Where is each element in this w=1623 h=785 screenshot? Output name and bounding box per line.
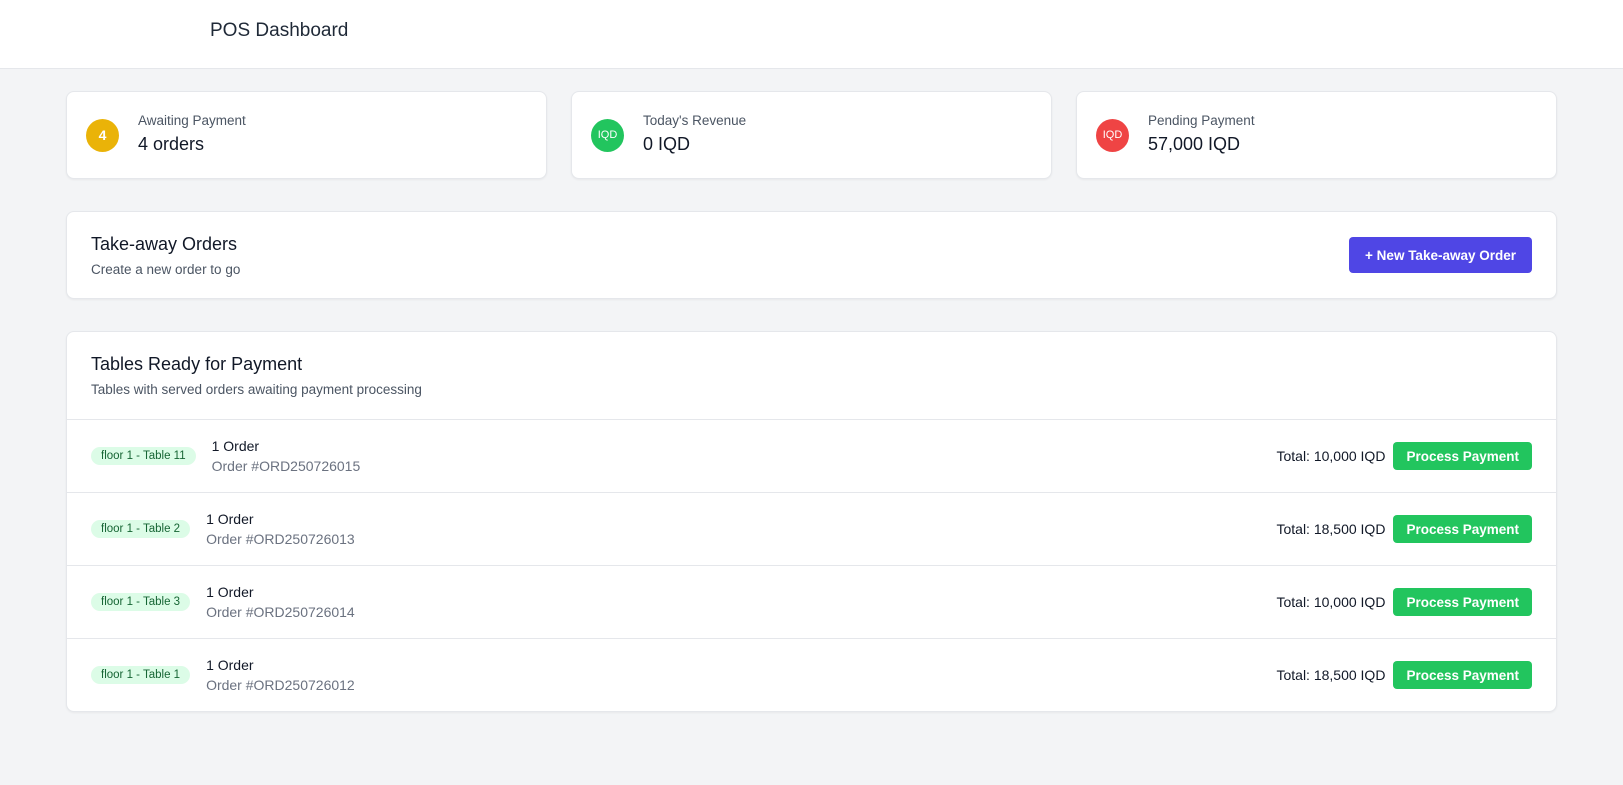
stat-value: 4 orders — [138, 134, 205, 154]
tables-ready-panel: Tables Ready for Payment Tables with ser… — [66, 331, 1557, 712]
order-count: 1 Order — [211, 438, 260, 454]
stat-value: 0 IQD — [643, 134, 691, 154]
table-badge: floor 1 - Table 3 — [91, 593, 191, 611]
stat-value: 57,000 IQD — [1148, 134, 1241, 154]
order-id: Order #ORD250726014 — [206, 604, 355, 620]
main-content: 4 Awaiting Payment 4 orders IQD Today's … — [0, 69, 1623, 712]
table-badge: floor 1 - Table 1 — [91, 666, 191, 684]
stat-label: Awaiting Payment — [138, 113, 246, 128]
order-id: Order #ORD250726015 — [211, 458, 361, 474]
order-total: Total: 10,000 IQD — [1276, 594, 1386, 610]
table-row: floor 1 - Table 1 1 Order Order #ORD2507… — [67, 638, 1556, 711]
takeaway-title: Take-away Orders — [91, 233, 238, 254]
takeaway-subtitle: Create a new order to go — [91, 261, 241, 277]
table-badge: floor 1 - Table 11 — [91, 447, 196, 465]
takeaway-panel: Take-away Orders Create a new order to g… — [66, 211, 1557, 299]
order-id: Order #ORD250726013 — [206, 531, 355, 547]
currency-icon: IQD — [591, 118, 624, 152]
currency-icon: IQD — [1096, 118, 1129, 152]
process-payment-button[interactable]: Process Payment — [1393, 661, 1532, 689]
top-header: POS Dashboard — [0, 0, 1623, 69]
order-id: Order #ORD250726012 — [206, 677, 355, 693]
tables-title: Tables Ready for Payment — [91, 354, 303, 374]
order-count: 1 Order — [206, 584, 254, 600]
awaiting-count-icon: 4 — [86, 118, 119, 152]
table-badge: floor 1 - Table 2 — [91, 520, 191, 538]
page-title: POS Dashboard — [210, 20, 349, 41]
order-total: Total: 10,000 IQD — [1276, 448, 1386, 464]
new-takeaway-order-button[interactable]: + New Take-away Order — [1349, 237, 1532, 273]
order-count: 1 Order — [206, 511, 254, 527]
stat-label: Today's Revenue — [643, 113, 747, 128]
process-payment-button[interactable]: Process Payment — [1393, 442, 1532, 470]
process-payment-button[interactable]: Process Payment — [1393, 588, 1532, 616]
order-total: Total: 18,500 IQD — [1276, 521, 1386, 537]
tables-subtitle: Tables with served orders awaiting payme… — [91, 382, 422, 397]
order-total: Total: 18,500 IQD — [1276, 667, 1386, 683]
process-payment-button[interactable]: Process Payment — [1393, 515, 1532, 543]
table-row: floor 1 - Table 11 1 Order Order #ORD250… — [67, 419, 1556, 492]
stat-card-pending-payment: IQD Pending Payment 57,000 IQD — [1076, 91, 1557, 179]
stat-card-awaiting-payment: 4 Awaiting Payment 4 orders — [66, 91, 547, 179]
table-row: floor 1 - Table 3 1 Order Order #ORD2507… — [67, 565, 1556, 638]
stats-row: 4 Awaiting Payment 4 orders IQD Today's … — [66, 91, 1557, 179]
stat-label: Pending Payment — [1148, 113, 1255, 128]
table-row: floor 1 - Table 2 1 Order Order #ORD2507… — [67, 492, 1556, 565]
order-count: 1 Order — [206, 657, 254, 673]
stat-card-todays-revenue: IQD Today's Revenue 0 IQD — [571, 91, 1052, 179]
